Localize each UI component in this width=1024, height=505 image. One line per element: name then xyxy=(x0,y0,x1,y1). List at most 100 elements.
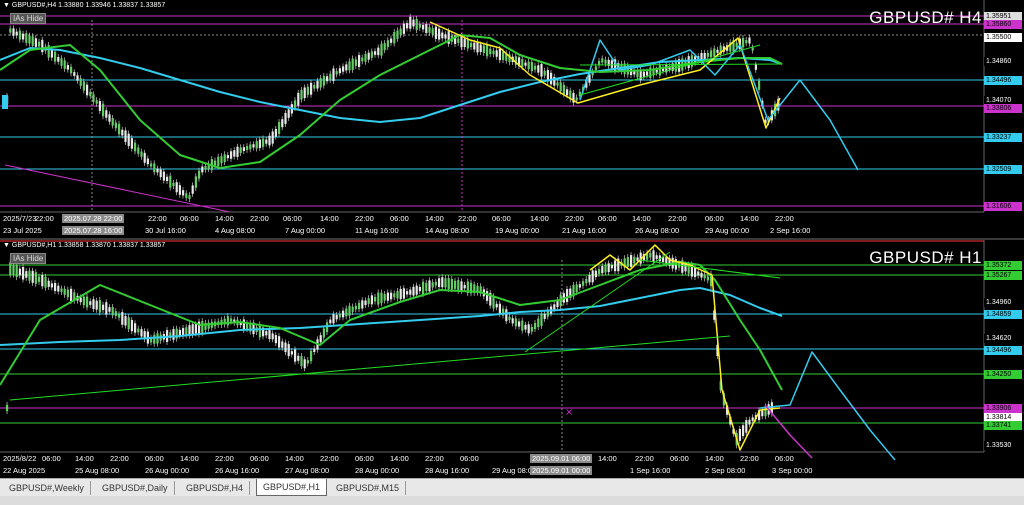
h4-time-label: 06:00 xyxy=(283,214,302,223)
h1-candle xyxy=(9,262,12,275)
h1-candle xyxy=(342,310,345,318)
h1-price-chart[interactable]: × xyxy=(0,240,1024,478)
h4-date-label: 2 Sep 16:00 xyxy=(770,226,811,235)
h1-candle xyxy=(591,270,594,283)
h1-projection-alt xyxy=(764,404,813,459)
h4-candle xyxy=(278,122,281,134)
h4-candle xyxy=(470,43,473,47)
h1-candle xyxy=(134,323,137,333)
h4-chart-header: ▼ GBPUSD#,H4 1.33880 1.33946 1.33837 1.3… xyxy=(3,2,166,9)
h1-candle xyxy=(89,301,92,305)
h1-candle xyxy=(345,308,348,317)
h4-ma-fast xyxy=(0,34,783,169)
h4-candle xyxy=(578,91,581,97)
h1-candle xyxy=(374,296,377,302)
h1-candle xyxy=(524,324,527,330)
h4-candle xyxy=(162,171,165,181)
h4-candle xyxy=(489,48,492,55)
h1-candle xyxy=(530,326,533,332)
h1-date-label: 28 Aug 00:00 xyxy=(355,466,400,475)
h4-price-label: 1.34860 xyxy=(984,57,1022,66)
h4-candle xyxy=(431,28,434,35)
h4-price-chart[interactable] xyxy=(0,0,1024,238)
h1-price-label: 1.33741 xyxy=(984,421,1022,430)
h4-candle xyxy=(111,118,114,126)
h4-candle xyxy=(166,176,169,182)
h1-candle xyxy=(306,360,309,364)
h4-date-label: 11 Aug 16:00 xyxy=(355,226,399,235)
h1-candle xyxy=(706,276,709,281)
h1-candle xyxy=(191,324,194,335)
h1-candle xyxy=(396,291,399,299)
h1-candle xyxy=(566,289,569,302)
h4-time-label: 2025.07.28 22:00 xyxy=(62,214,125,223)
h4-candle xyxy=(476,41,479,53)
tab-daily[interactable]: GBPUSD#,Daily xyxy=(96,481,175,495)
h4-candle xyxy=(402,23,405,34)
h4-price-label: 1.31606 xyxy=(984,202,1022,211)
h4-candle xyxy=(354,59,357,66)
h4-candle xyxy=(479,44,482,52)
h4-candle xyxy=(338,68,341,74)
h4-candle xyxy=(326,76,329,82)
h4-candle xyxy=(745,40,748,44)
h4-date-label: 23 Jul 2025 xyxy=(3,226,42,235)
h4-candle xyxy=(198,170,201,179)
h1-candle xyxy=(700,272,703,278)
h1-candle xyxy=(185,327,188,336)
h4-candle xyxy=(153,163,156,173)
h4-candle xyxy=(95,100,98,104)
h4-candle xyxy=(146,158,149,165)
h4-candle xyxy=(367,52,370,60)
tab-weekly[interactable]: GBPUSD#,Weekly xyxy=(3,481,91,495)
h4-price-label: 1.35860 xyxy=(984,20,1022,29)
h1-candle xyxy=(6,404,9,412)
h4-candle xyxy=(706,52,709,57)
h1-candle xyxy=(441,277,444,288)
h4-candle xyxy=(41,39,44,53)
h4-candle xyxy=(310,82,313,95)
tab-m15[interactable]: GBPUSD#,M15 xyxy=(330,481,407,495)
h4-candle xyxy=(255,141,258,149)
h4-chart-panel[interactable]: ▼ GBPUSD#,H4 1.33880 1.33946 1.33837 1.3… xyxy=(0,0,1024,238)
h4-candle xyxy=(351,58,354,70)
h4-candle xyxy=(748,37,751,44)
h4-candle xyxy=(265,139,268,144)
h4-price-label: 1.33237 xyxy=(984,133,1022,142)
h4-candle xyxy=(460,36,463,48)
h4-candle xyxy=(716,49,719,53)
h1-time-label: 22:00 xyxy=(635,454,654,463)
h4-scroll-marker xyxy=(2,95,8,109)
h4-candle xyxy=(658,65,661,76)
h4-candle xyxy=(178,185,181,195)
h4-candle xyxy=(306,86,309,95)
h1-price-label: 1.34496 xyxy=(984,346,1022,355)
h1-candle xyxy=(636,257,639,261)
h4-candle xyxy=(57,56,60,62)
h4-candle xyxy=(604,59,607,64)
h1-price-label: 1.35372 xyxy=(984,261,1022,270)
h1-candle xyxy=(108,307,111,312)
h1-chart-panel[interactable]: × ▼ GBPUSD#,H1 1.33858 1.33870 1.33837 1… xyxy=(0,240,1024,478)
h4-candle xyxy=(345,64,348,71)
h4-time-label: 14:00 xyxy=(320,214,339,223)
h1-candle xyxy=(438,278,441,288)
h4-candle xyxy=(108,114,111,122)
h1-candle xyxy=(297,355,300,361)
h4-as-hide-button[interactable]: IAs Hide xyxy=(10,13,47,24)
h1-candle xyxy=(386,292,389,301)
h4-candle xyxy=(191,185,194,194)
h1-candle xyxy=(25,271,28,278)
h1-candle xyxy=(313,348,316,353)
tab-h4[interactable]: GBPUSD#,H4 xyxy=(180,481,251,495)
h1-candle xyxy=(271,333,274,340)
tab-h1[interactable]: GBPUSD#,H1 xyxy=(256,479,328,496)
h4-candle xyxy=(233,150,236,157)
h4-candle xyxy=(428,27,431,33)
h4-candle xyxy=(76,75,79,81)
h4-candle xyxy=(521,58,524,67)
h1-as-hide-button[interactable]: IAs Hide xyxy=(10,253,47,264)
h1-candle xyxy=(390,292,393,300)
h1-candle xyxy=(594,270,597,278)
h4-candle xyxy=(751,47,754,51)
